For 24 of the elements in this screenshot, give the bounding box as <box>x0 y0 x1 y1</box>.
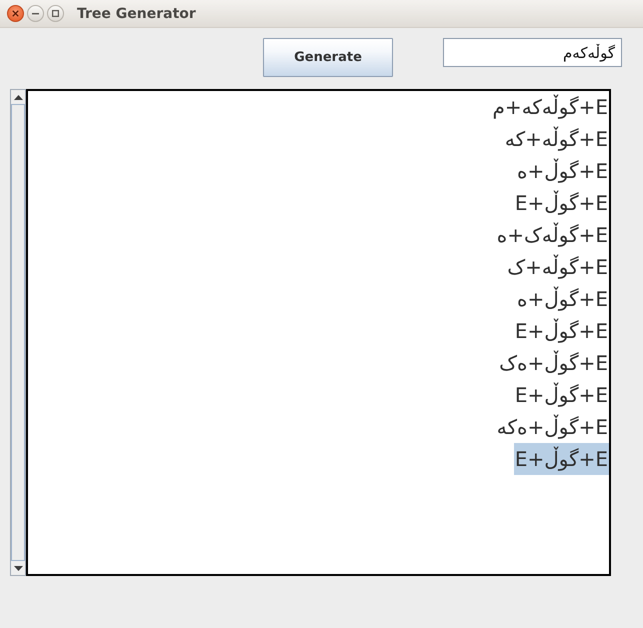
list-item[interactable]: E+گوڵ+ەک <box>498 347 609 379</box>
close-button[interactable] <box>7 5 24 22</box>
list-item[interactable]: E+گوڵ+ەکە <box>496 411 609 443</box>
list-item[interactable]: E+گوڵ+E <box>514 187 609 219</box>
vertical-scrollbar[interactable] <box>10 89 26 576</box>
list-item[interactable]: E+گوڵەک+ە <box>496 219 609 251</box>
list-item[interactable]: E+گوڵە+ک <box>506 251 609 283</box>
maximize-button[interactable] <box>47 5 64 22</box>
close-icon <box>12 10 19 17</box>
list-item[interactable]: E+گوڵەکە+م <box>492 91 609 123</box>
list-item[interactable]: E+گوڵ+ە <box>516 283 609 315</box>
list-item[interactable]: E+گوڵ+E <box>514 443 609 475</box>
minimize-button[interactable] <box>27 5 44 22</box>
caret-up-icon <box>14 94 22 100</box>
list-item[interactable]: E+گوڵ+E <box>514 379 609 411</box>
maximize-icon <box>52 10 59 17</box>
minimize-icon <box>32 12 39 14</box>
scrollbar-thumb[interactable] <box>11 104 25 561</box>
list-item[interactable]: E+گوڵە+کە <box>504 123 609 155</box>
generate-button[interactable]: Generate <box>263 38 393 77</box>
list-item[interactable]: E+گوڵ+ە <box>516 155 609 187</box>
caret-down-icon <box>14 566 22 570</box>
list-item[interactable]: E+گوڵ+E <box>514 315 609 347</box>
window-title: Tree Generator <box>77 6 196 22</box>
